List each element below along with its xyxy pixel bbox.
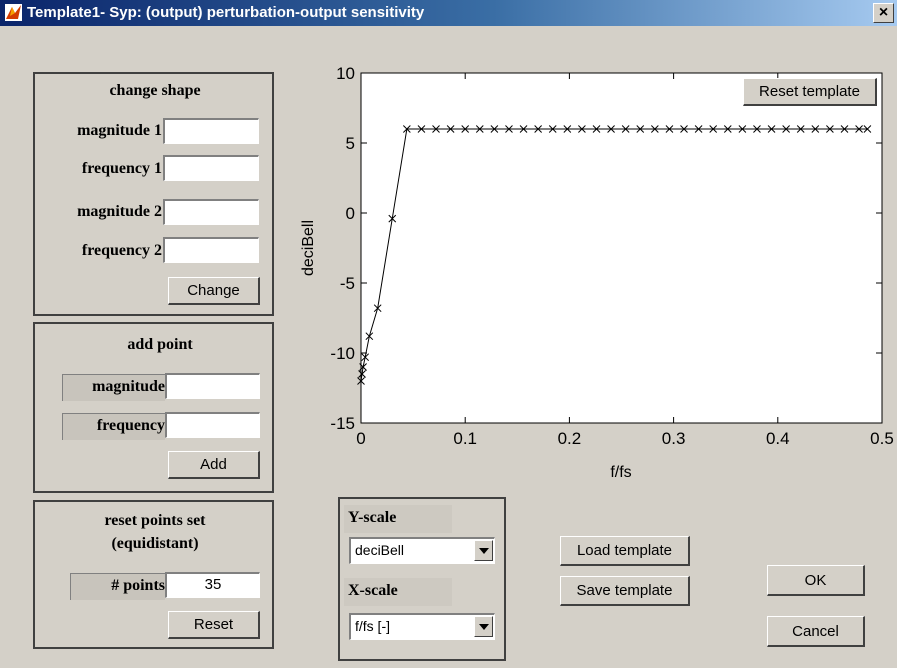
ok-button[interactable]: OK	[767, 565, 865, 596]
x-scale-value: f/fs [-]	[355, 618, 390, 634]
frequency1-field[interactable]	[163, 155, 259, 181]
x-tick-label: 0.2	[558, 429, 582, 448]
change-button[interactable]: Change	[168, 277, 260, 305]
x-axis-label: f/fs	[610, 464, 631, 481]
magnitude1-label: magnitude 1	[77, 122, 162, 139]
add-button[interactable]: Add	[168, 451, 260, 479]
reset-points-title-line1: reset points set	[60, 512, 250, 530]
y-scale-value: deciBell	[355, 542, 405, 558]
magnitude2-label: magnitude 2	[77, 203, 162, 220]
matlab-icon	[5, 4, 22, 21]
frequency1-label: frequency 1	[81, 160, 162, 177]
y-tick-label: 5	[346, 134, 355, 153]
y-tick-label: -10	[330, 344, 355, 363]
close-icon: ×	[878, 4, 889, 21]
points-field[interactable]: 35	[165, 572, 260, 598]
y-tick-label: -5	[340, 274, 355, 293]
cancel-button[interactable]: Cancel	[767, 616, 865, 647]
x-tick-label: 0.4	[766, 429, 790, 448]
close-button[interactable]: ×	[873, 3, 894, 23]
magnitude-field[interactable]	[165, 373, 260, 399]
magnitude1-field[interactable]	[163, 118, 259, 144]
x-tick-label: 0	[356, 429, 365, 448]
y-tick-label: -15	[330, 414, 355, 433]
y-tick-label: 0	[346, 204, 355, 223]
x-tick-label: 0.3	[662, 429, 686, 448]
points-label: # points	[70, 573, 165, 600]
x-scale-select[interactable]: f/fs [-]	[349, 613, 495, 640]
magnitude-label: magnitude	[62, 374, 165, 401]
window-title: Template1- Syp: (output) perturbation-ou…	[27, 4, 425, 21]
reset-points-title-line2: (equidistant)	[60, 535, 250, 553]
x-scale-label: X-scale	[344, 578, 452, 606]
reset-button[interactable]: Reset	[168, 611, 260, 639]
y-tick-label: 10	[336, 64, 355, 83]
x-tick-label: 0.1	[453, 429, 477, 448]
sensitivity-plot[interactable]: -15 -10 -5 0 5 10 0 0.1 0.2 0.3 0.4 0.5 f/fs deciB…	[290, 55, 897, 495]
frequency-field[interactable]	[165, 412, 260, 438]
y-axis-label: deciBell	[300, 220, 317, 276]
chevron-down-icon[interactable]	[474, 616, 493, 637]
change-shape-title: change shape	[80, 82, 230, 100]
load-template-button[interactable]: Load template	[560, 536, 690, 566]
y-tick-labels: -15 -10 -5 0 5 10	[330, 64, 355, 433]
x-tick-label: 0.5	[870, 429, 894, 448]
frequency2-field[interactable]	[163, 237, 259, 263]
x-tick-labels: 0 0.1 0.2 0.3 0.4 0.5	[356, 429, 894, 448]
y-scale-select[interactable]: deciBell	[349, 537, 495, 564]
reset-template-button[interactable]: Reset template	[743, 78, 877, 106]
frequency-label: frequency	[62, 413, 165, 440]
add-point-title: add point	[100, 336, 220, 354]
magnitude2-field[interactable]	[163, 199, 259, 225]
save-template-button[interactable]: Save template	[560, 576, 690, 606]
chevron-down-icon[interactable]	[474, 540, 493, 561]
y-scale-label: Y-scale	[344, 505, 452, 533]
frequency2-label: frequency 2	[81, 242, 162, 259]
title-bar: Template1- Syp: (output) perturbation-ou…	[0, 0, 897, 26]
